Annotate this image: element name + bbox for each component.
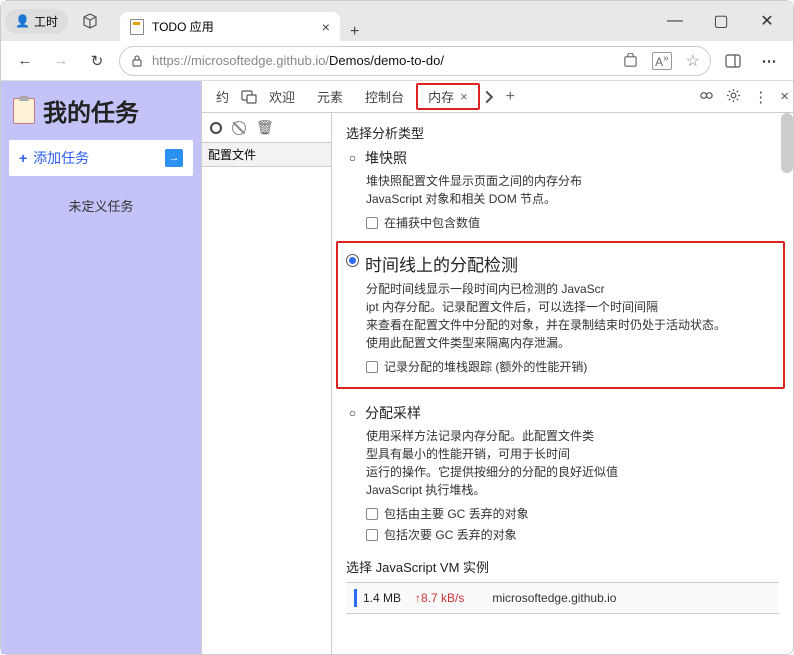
- clipboard-icon: [13, 98, 35, 124]
- tab-memory[interactable]: 内存 ×: [416, 83, 480, 110]
- heap-cb-label: 在捕获中包含数值: [384, 214, 480, 231]
- timeline-desc: 分配时间线显示一段时间内已检测的 JavaScr ipt 内存分配。记录配置文件…: [346, 280, 775, 352]
- titlebar: 👤 工时 TODO 应用 × + — ▢ ✕: [1, 1, 793, 41]
- memory-main-pane: 选择分析类型 ○ 堆快照 堆快照配置文件显示页面之间的内存分布 JavaScri…: [332, 113, 793, 654]
- vm-section: 选择 JavaScript VM 实例 1.4 MB ↑8.7 kB/s mic…: [346, 557, 779, 614]
- sampling-cb2-row[interactable]: 包括次要 GC 丢弃的对象: [346, 526, 779, 543]
- issues-icon[interactable]: [699, 88, 714, 103]
- app-title: 我的任务: [43, 93, 139, 128]
- tab-overflow[interactable]: 约: [206, 83, 239, 110]
- gc-button[interactable]: 🗑: [256, 119, 274, 136]
- profiles-header: 配置文件: [202, 143, 331, 167]
- scrollbar-thumb[interactable]: [781, 113, 793, 173]
- radio-sampling[interactable]: ○: [346, 406, 359, 419]
- checkbox-major-gc[interactable]: [366, 508, 378, 520]
- devtools-body: 🗑 配置文件 选择分析类型 ○ 堆快照 堆快照配置文件显示页面之间的内存分布 J…: [202, 113, 793, 654]
- timeline-label: 时间线上的分配检测: [365, 251, 518, 276]
- page-favicon: [130, 19, 144, 35]
- option-allocation-sampling[interactable]: ○ 分配采样 使用采样方法记录内存分配。此配置文件类 型具有最小的性能开销，可用…: [346, 403, 779, 543]
- tab-strip: TODO 应用 × +: [112, 1, 649, 41]
- sampling-cb1-label: 包括由主要 GC 丢弃的对象: [384, 505, 529, 522]
- workspace-button[interactable]: 👤 工时: [5, 9, 68, 34]
- tab-close-button[interactable]: ×: [322, 19, 330, 35]
- window-buttons: — ▢ ✕: [653, 6, 789, 36]
- profiles-toolbar: 🗑: [202, 113, 331, 143]
- new-tab-button[interactable]: +: [340, 23, 369, 41]
- checkbox-stack-trace[interactable]: [366, 361, 378, 373]
- undefined-tasks-label[interactable]: 未定义任务: [9, 188, 193, 215]
- shopping-icon[interactable]: [623, 53, 638, 68]
- workspace-label: 工时: [34, 13, 58, 30]
- more-button[interactable]: ⋯: [755, 47, 783, 75]
- timeline-cb-row[interactable]: 记录分配的堆栈跟踪 (额外的性能开销): [346, 358, 775, 375]
- inspect-icon[interactable]: [241, 89, 257, 105]
- checkbox-minor-gc[interactable]: [366, 529, 378, 541]
- close-tab-icon[interactable]: ×: [460, 89, 468, 104]
- vm-instance-row[interactable]: 1.4 MB ↑8.7 kB/s microsoftedge.github.io: [346, 582, 779, 614]
- tab-title: TODO 应用: [152, 18, 214, 35]
- sampling-cb2-label: 包括次要 GC 丢弃的对象: [384, 526, 517, 543]
- chevron-right-icon[interactable]: [482, 90, 496, 104]
- cube-icon: [82, 13, 98, 29]
- app-title-row: 我的任务: [9, 93, 193, 128]
- collections-button[interactable]: [72, 9, 108, 33]
- record-button[interactable]: [210, 122, 222, 134]
- maximize-button[interactable]: ▢: [699, 6, 743, 36]
- page-body: 我的任务 + 添加任务 → 未定义任务 约 欢迎 元素 控制台 内存 × + ⋮: [1, 81, 793, 654]
- option-heap-snapshot[interactable]: ○ 堆快照 堆快照配置文件显示页面之间的内存分布 JavaScript 对象和相…: [346, 148, 779, 231]
- app-sidebar: 我的任务 + 添加任务 → 未定义任务: [1, 81, 201, 654]
- sampling-label: 分配采样: [365, 403, 421, 423]
- tab-elements[interactable]: 元素: [307, 83, 353, 110]
- browser-tab[interactable]: TODO 应用 ×: [120, 12, 340, 41]
- arrow-icon: →: [165, 149, 183, 167]
- vm-size: 1.4 MB: [363, 591, 401, 605]
- url-box[interactable]: https://microsoftedge.github.io/Demos/de…: [119, 46, 711, 76]
- favorite-icon[interactable]: ☆: [686, 51, 700, 71]
- back-button[interactable]: ←: [11, 47, 39, 75]
- radio-heap[interactable]: ○: [346, 151, 359, 164]
- devtools-more-button[interactable]: ⋮: [753, 88, 768, 106]
- split-screen-button[interactable]: [719, 47, 747, 75]
- person-icon: 👤: [15, 14, 30, 28]
- checkbox-include-numeric[interactable]: [366, 217, 378, 229]
- select-type-label: 选择分析类型: [346, 123, 779, 142]
- close-window-button[interactable]: ✕: [745, 6, 789, 36]
- lock-icon: [130, 54, 144, 68]
- vm-title: 选择 JavaScript VM 实例: [346, 557, 779, 576]
- heap-cb-row[interactable]: 在捕获中包含数值: [346, 214, 779, 231]
- devtools-tabbar: 约 欢迎 元素 控制台 内存 × + ⋮ ×: [202, 81, 793, 113]
- tab-console[interactable]: 控制台: [355, 83, 414, 110]
- split-icon: [725, 53, 741, 69]
- heap-desc: 堆快照配置文件显示页面之间的内存分布 JavaScript 对象和相关 DOM …: [346, 172, 779, 208]
- add-task-label: 添加任务: [33, 148, 89, 168]
- devtools-close-button[interactable]: ×: [780, 88, 789, 106]
- settings-gear-icon[interactable]: [726, 88, 741, 103]
- heap-label: 堆快照: [365, 148, 407, 168]
- vm-name: microsoftedge.github.io: [478, 591, 616, 605]
- tab-welcome[interactable]: 欢迎: [259, 83, 305, 110]
- radio-timeline[interactable]: [346, 254, 359, 267]
- url-text: https://microsoftedge.github.io/Demos/de…: [152, 53, 444, 68]
- plus-icon: +: [19, 150, 27, 166]
- minimize-button[interactable]: —: [653, 6, 697, 36]
- sampling-desc: 使用采样方法记录内存分配。此配置文件类 型具有最小的性能开销，可用于长时间 运行…: [346, 427, 779, 499]
- address-bar: ← → ↻ https://microsoftedge.github.io/De…: [1, 41, 793, 81]
- profiles-sidebar: 🗑 配置文件: [202, 113, 332, 654]
- sampling-cb1-row[interactable]: 包括由主要 GC 丢弃的对象: [346, 505, 779, 522]
- tab-memory-label: 内存: [428, 87, 454, 106]
- devtools-panel: 约 欢迎 元素 控制台 内存 × + ⋮ × 🗑: [201, 81, 793, 654]
- clear-button[interactable]: [232, 121, 246, 135]
- read-aloud-icon[interactable]: A»: [652, 52, 672, 70]
- reload-button[interactable]: ↻: [83, 47, 111, 75]
- vm-rate: ↑8.7 kB/s: [415, 591, 464, 605]
- option-allocation-timeline[interactable]: 时间线上的分配检测 分配时间线显示一段时间内已检测的 JavaScr ipt 内…: [336, 241, 785, 389]
- vm-indicator-bar: [354, 589, 357, 607]
- add-tab-button[interactable]: +: [498, 88, 523, 106]
- timeline-cb-label: 记录分配的堆栈跟踪 (额外的性能开销): [384, 358, 587, 375]
- forward-button[interactable]: →: [47, 47, 75, 75]
- add-task-button[interactable]: + 添加任务 →: [9, 140, 193, 176]
